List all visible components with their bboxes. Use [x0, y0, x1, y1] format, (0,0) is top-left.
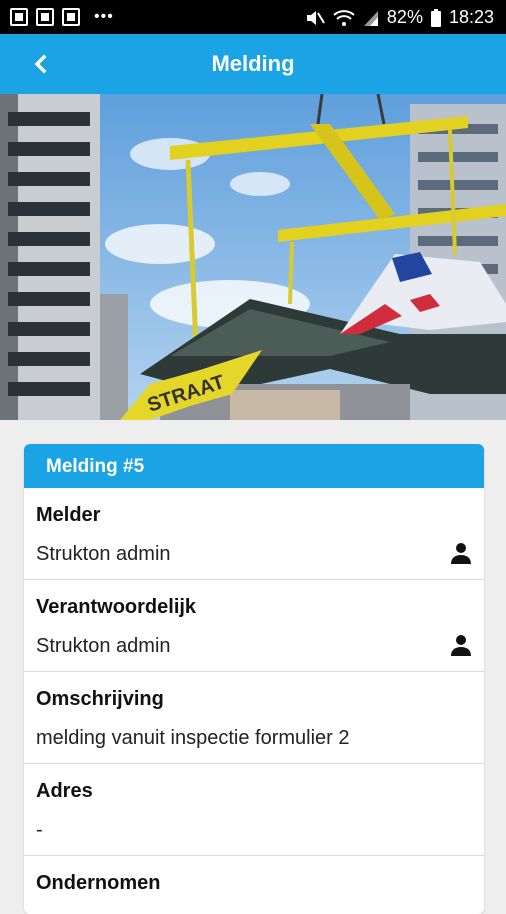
status-bar: ••• 82% 18:23 [0, 0, 506, 34]
signal-icon [363, 10, 378, 26]
adres-row: Adres - [24, 764, 484, 856]
battery-icon [430, 8, 441, 27]
flipboard-icon [62, 8, 80, 26]
adres-value: - [36, 819, 43, 841]
wifi-icon [333, 9, 355, 26]
person-icon [451, 543, 471, 564]
construction-photo: STRAAT [0, 94, 506, 420]
flipboard-icon [36, 8, 54, 26]
gallery-icon [10, 8, 28, 26]
ondernomen-row: Ondernomen [24, 856, 484, 914]
notification-icons: ••• [10, 8, 114, 26]
person-icon [451, 635, 471, 656]
melder-value: Strukton admin [36, 543, 171, 565]
card-header: Melding #5 [24, 444, 484, 488]
verantwoordelijk-value: Strukton admin [36, 635, 171, 657]
mute-icon [306, 10, 325, 25]
adres-label: Adres [36, 780, 93, 802]
verantwoordelijk-row[interactable]: Verantwoordelijk Strukton admin [24, 580, 484, 672]
app-bar: Melding [0, 34, 506, 94]
melder-label: Melder [36, 504, 101, 526]
verantwoordelijk-label: Verantwoordelijk [36, 596, 197, 618]
hero-photo: STRAAT [0, 94, 506, 420]
battery-percent: 82% [386, 7, 423, 27]
melding-card: Melding #5 Melder Strukton admin Verantw… [24, 444, 484, 914]
more-notifications-icon: ••• [94, 8, 114, 25]
ondernomen-label: Ondernomen [36, 872, 161, 894]
melder-row[interactable]: Melder Strukton admin [24, 488, 484, 580]
page-title: Melding [211, 51, 295, 76]
omschrijving-label: Omschrijving [36, 688, 164, 710]
system-status: 82% 18:23 [305, 7, 494, 28]
omschrijving-value: melding vanuit inspectie formulier 2 [36, 727, 350, 749]
clock: 18:23 [448, 7, 494, 27]
omschrijving-row: Omschrijving melding vanuit inspectie fo… [24, 672, 484, 764]
